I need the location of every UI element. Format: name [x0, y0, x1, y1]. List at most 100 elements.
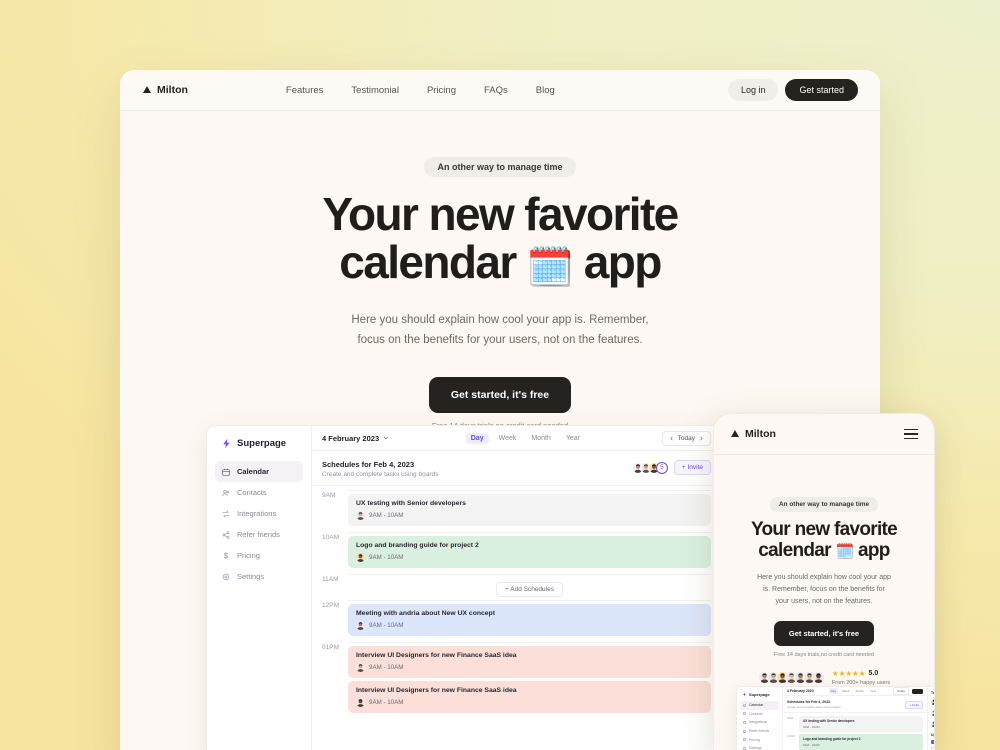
event-avatar [356, 663, 365, 672]
mobile-tab-day[interactable]: Day [828, 688, 838, 694]
sidebar-label-integrations: Integrations [237, 509, 277, 518]
mobile-meeting-item[interactable]: Logo and branding11:15AM - 12:30PM [931, 698, 934, 706]
mobile-dash-action-button[interactable] [911, 688, 923, 694]
sidebar-item-refer-friends[interactable]: Refer friends [215, 524, 303, 545]
mobile-task-checkbox[interactable] [931, 739, 934, 744]
dollar-icon [743, 738, 746, 742]
hero-cta-button[interactable]: Get started, it's free [428, 376, 572, 413]
mobile-avatar-group [757, 671, 825, 685]
nav-link-testimonial[interactable]: Testimonial [351, 85, 399, 96]
mobile-sidebar-item[interactable]: Pricing [740, 735, 779, 744]
mobile-dash-view-tabs: Day Week Month Year [828, 688, 878, 694]
integrations-icon [222, 510, 230, 517]
mobile-dash-date: 4 February 2023 [787, 689, 814, 693]
schedules-text: Schedules for Feb 4, 2023 Create and com… [322, 460, 438, 478]
calendar-event[interactable]: Meeting with andria about New UX concept… [348, 604, 711, 636]
mobile-task-item[interactable]: UX testing with Senior [931, 739, 934, 744]
calendar-date-selector[interactable]: 4 February 2023 [322, 434, 389, 443]
mobile-brand-logo[interactable]: Milton [730, 428, 776, 440]
nav-link-blog[interactable]: Blog [536, 85, 555, 96]
mobile-subtitle-line2: is. Remember, focus on the benefits for [763, 585, 885, 593]
today-nav-button[interactable]: Today [661, 430, 711, 446]
lightning-icon [223, 438, 230, 449]
sidebar-label-contacts: Contacts [237, 488, 267, 497]
mobile-sidebar-item[interactable]: Settings [740, 744, 779, 750]
sidebar-item-contacts[interactable]: Contacts [215, 482, 303, 503]
mobile-event-title: UX testing with Senior developers [803, 719, 855, 723]
mobile-sidebar-item[interactable]: Integrations [740, 718, 779, 727]
add-schedules-button[interactable]: + Add Schedules [496, 582, 563, 597]
calendar-event[interactable]: UX testing with Senior developers 9AM - 1… [348, 494, 711, 526]
sidebar-item-pricing[interactable]: Pricing [215, 545, 303, 566]
time-slot-label: 9AM [322, 492, 336, 499]
event-meta: 9AM - 10AM [356, 553, 703, 562]
mobile-mockup: Milton An other way to manage time Your … [713, 413, 935, 750]
event-title: UX testing with Senior developers [356, 500, 466, 507]
sidebar-item-calendar[interactable]: Calendar [215, 461, 303, 482]
contacts-icon [222, 489, 230, 496]
hero-title: Your new favorite calendar 🗓️ app [120, 190, 880, 288]
mobile-cta-button[interactable]: Get started, it's free [773, 621, 875, 647]
mobile-today-meetings-list: Logo and branding11:15AM - 12:30PM UX res… [931, 698, 934, 728]
mobile-cta-note: Free 14 days trials,no credit card neede… [774, 652, 874, 659]
get-started-button[interactable]: Get started [785, 79, 858, 101]
mobile-meeting-avatar [931, 709, 934, 716]
mobile-title-line2: calendar 🗓️ app [714, 539, 934, 562]
invite-button[interactable]: + Invite [673, 460, 711, 475]
mobile-sidebar-label: Contacts [749, 711, 763, 716]
mobile-sidebar-item[interactable]: Refer friends [740, 727, 779, 736]
mobile-title-word-app: app [858, 539, 890, 561]
mobile-today-button[interactable]: Today [892, 687, 909, 695]
event-avatar [356, 553, 365, 562]
superpage-label: Superpage [237, 438, 287, 449]
sidebar-item-integrations[interactable]: Integrations [215, 503, 303, 524]
mobile-sidebar-item[interactable]: Calendar [740, 701, 779, 710]
time-slot-body: UX testing with Senior developers 9AM - 1… [348, 490, 711, 532]
sidebar-label-calendar: Calendar [237, 467, 270, 476]
sidebar-item-settings[interactable]: Settings [215, 566, 303, 587]
time-slot-label: 10AM [322, 534, 339, 541]
mobile-tab-week[interactable]: Week [840, 688, 852, 694]
mobile-sidebar-item[interactable]: Contacts [740, 710, 779, 719]
login-button[interactable]: Log in [727, 79, 779, 101]
mobile-tab-year[interactable]: Year [868, 688, 878, 694]
mobile-meeting-item[interactable]: Meet with developer05:10PM - 05:45PM [931, 720, 934, 728]
brand-logo[interactable]: Milton [142, 84, 188, 96]
event-meta: 9AM - 10AM [356, 621, 703, 630]
nav-link-features[interactable]: Features [286, 85, 324, 96]
nav-link-faqs[interactable]: FAQs [484, 85, 508, 96]
mobile-calendar-event[interactable]: UX testing with Senior developers 9AM - 1… [799, 716, 923, 732]
event-avatar [356, 621, 365, 630]
tab-year[interactable]: Year [561, 433, 585, 444]
mobile-tab-month[interactable]: Month [854, 688, 866, 694]
hamburger-menu-icon[interactable] [904, 428, 918, 440]
mobile-time-slot: 10AM Logo and branding guide for project … [787, 734, 923, 750]
lightning-icon [743, 692, 746, 697]
mobile-sidebar-label: Settings [749, 746, 762, 750]
time-slot-body: Meeting with andria about New UX concept… [348, 600, 711, 642]
mobile-invite-button[interactable]: + Invite [905, 700, 923, 709]
mountain-icon [731, 430, 739, 437]
tab-week[interactable]: Week [494, 433, 522, 444]
tab-month[interactable]: Month [526, 433, 555, 444]
time-slot-label: 01PM [322, 644, 339, 651]
calendar-event[interactable]: Interview UI Designers for new Finance S… [348, 646, 711, 678]
mobile-event-time: 9AM - 10AM [803, 725, 820, 729]
mobile-navbar: Milton [714, 414, 934, 455]
share-icon [743, 729, 746, 733]
calendar-icon [743, 703, 746, 707]
event-time: 9AM - 10AM [369, 622, 404, 629]
event-meta: 9AM - 10AM [356, 698, 703, 707]
calendar-event[interactable]: Logo and branding guide for project 2 9AM… [348, 536, 711, 568]
mobile-dash-sidebar: Superpage Calendar Contacts Integrations Re… [737, 687, 783, 750]
nav-link-pricing[interactable]: Pricing [427, 85, 456, 96]
mobile-meeting-item[interactable]: UX research for new01:00PM - 02:00PM [931, 709, 934, 717]
mobile-time-slot: 9AM UX testing with Senior developers 9AM … [787, 716, 923, 732]
tab-day[interactable]: Day [465, 432, 489, 444]
nav-links: Features Testimonial Pricing FAQs Blog [286, 85, 555, 96]
calendar-event[interactable]: Interview UI Designers for new Finance S… [348, 681, 711, 713]
mobile-subtitle-line1: Here you should explain how cool your ap… [757, 573, 891, 581]
time-slot: 10AM Logo and branding guide for project … [322, 532, 711, 574]
event-avatar [356, 511, 365, 520]
mobile-calendar-event[interactable]: Logo and branding guide for project 2 9AM… [799, 734, 923, 750]
